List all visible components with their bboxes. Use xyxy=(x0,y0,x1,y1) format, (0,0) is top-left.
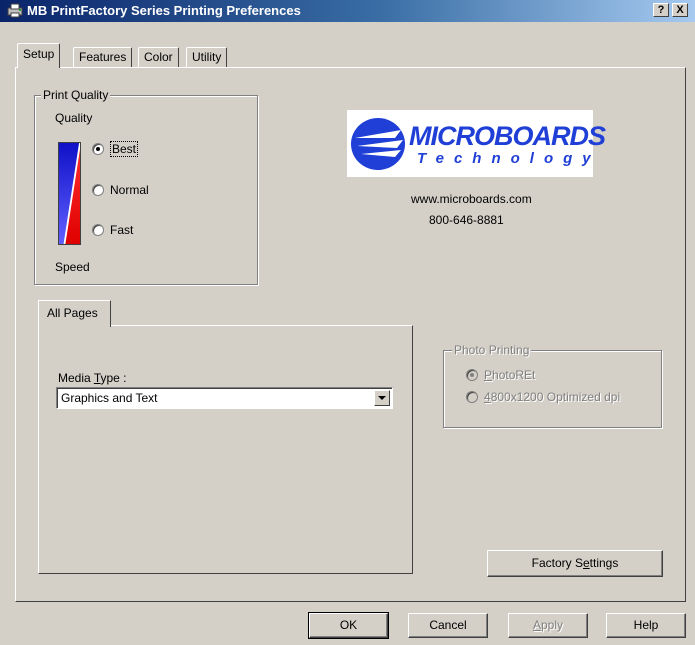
optimized-dpi-label: 4800x1200 Optimized dpi xyxy=(484,390,621,404)
radio-checked-icon xyxy=(466,369,478,381)
media-type-value: Graphics and Text xyxy=(61,391,158,405)
logo-subtext: Technology xyxy=(417,150,601,167)
quality-speed-bar xyxy=(58,142,81,245)
help-title-button[interactable]: ? xyxy=(653,3,669,17)
logo-text: MICROBOARDS xyxy=(409,121,606,151)
radio-unchecked-icon xyxy=(466,391,478,403)
speed-label: Speed xyxy=(55,260,90,274)
print-quality-legend: Print Quality xyxy=(41,88,111,102)
optimized-dpi-radio[interactable]: 4800x1200 Optimized dpi xyxy=(466,390,620,404)
title-bar[interactable]: MB PrintFactory Series Printing Preferen… xyxy=(0,0,695,22)
website-text: www.microboards.com xyxy=(411,192,532,206)
quality-fast-radio[interactable]: Fast xyxy=(92,223,133,237)
quality-best-label: Best xyxy=(110,141,139,157)
all-pages-panel xyxy=(38,325,413,574)
quality-label: Quality xyxy=(55,111,93,125)
printer-icon xyxy=(7,3,23,18)
apply-button[interactable]: Apply xyxy=(508,613,588,638)
window-title: MB PrintFactory Series Printing Preferen… xyxy=(27,3,301,18)
media-type-select[interactable]: Graphics and Text xyxy=(56,387,393,409)
quality-best-radio[interactable]: Best xyxy=(92,141,139,157)
quality-normal-label: Normal xyxy=(110,183,149,197)
phone-text: 800-646-8881 xyxy=(429,213,504,227)
quality-normal-radio[interactable]: Normal xyxy=(92,183,149,197)
photo-printing-legend: Photo Printing xyxy=(452,343,532,357)
cancel-button[interactable]: Cancel xyxy=(408,613,488,638)
media-type-label: Media Type : xyxy=(58,371,127,385)
close-title-button[interactable]: X xyxy=(672,3,688,17)
microboards-logo: MICROBOARDS Technology xyxy=(347,110,606,177)
photo-printing-group: Photo Printing xyxy=(443,343,662,428)
radio-checked-icon xyxy=(92,143,104,155)
radio-unchecked-icon xyxy=(92,224,104,236)
radio-unchecked-icon xyxy=(92,184,104,196)
printing-preferences-dialog: MB PrintFactory Series Printing Preferen… xyxy=(0,0,695,645)
chevron-down-icon[interactable] xyxy=(374,390,390,406)
tab-setup[interactable]: Setup xyxy=(17,43,61,68)
tab-features[interactable]: Features xyxy=(73,47,133,67)
tab-all-pages[interactable]: All Pages xyxy=(38,300,111,327)
quality-fast-label: Fast xyxy=(110,223,134,237)
tab-utility[interactable]: Utility xyxy=(186,47,228,67)
ok-button[interactable]: OK xyxy=(308,612,389,639)
tab-color[interactable]: Color xyxy=(138,47,179,67)
help-button[interactable]: Help xyxy=(606,613,686,638)
factory-settings-button[interactable]: Factory Settings xyxy=(487,550,663,577)
photoret-label: PhotoREt xyxy=(484,368,536,382)
photoret-radio[interactable]: PhotoREt xyxy=(466,368,535,382)
